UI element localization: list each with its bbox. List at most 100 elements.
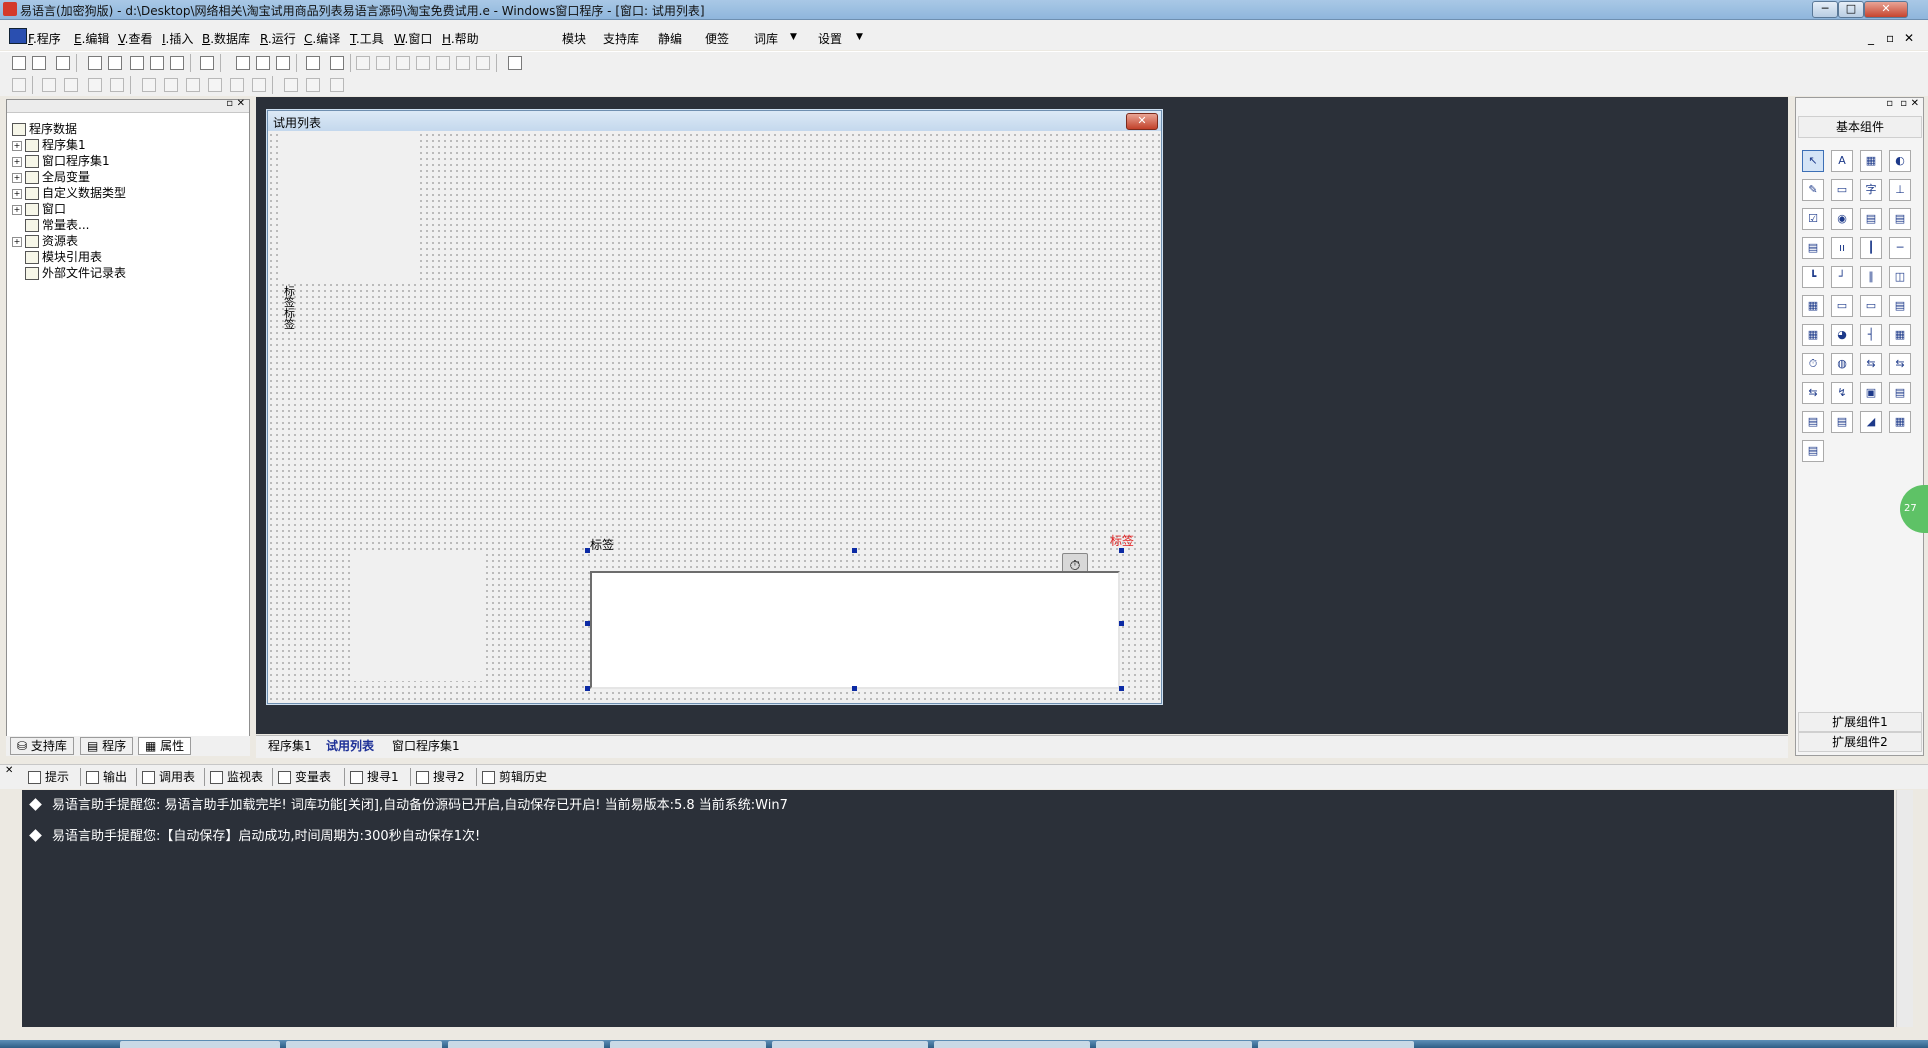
resize-handle[interactable] [1119,621,1124,626]
output-tab-clip-history[interactable]: 剪辑历史 [482,769,547,785]
component-tool-icon[interactable]: ◕ [1831,324,1853,346]
output-tab-output[interactable]: 输出 [86,769,127,785]
settings-dropdown-icon[interactable]: ▼ [856,32,863,42]
layout-tool-icon[interactable] [164,78,178,92]
label-red[interactable]: 标签 [1110,532,1134,549]
component-tool-icon[interactable]: ▦ [1860,150,1882,172]
task-button[interactable] [1096,1041,1252,1048]
resize-handle[interactable] [852,548,857,553]
component-tool-icon[interactable]: ⏱ [1802,353,1824,375]
tree-item[interactable]: 外部文件记录表 [12,265,126,281]
tree-item[interactable]: 常量表... [12,217,89,233]
component-tool-icon[interactable]: ▤ [1802,411,1824,433]
form-canvas[interactable]: 标签 标签 标签 ⏱ 标签 [268,132,1161,703]
task-button[interactable] [934,1041,1090,1048]
component-tool-icon[interactable]: ▦ [1802,324,1824,346]
resize-handle[interactable] [585,548,590,553]
extension-components-2[interactable]: 扩展组件2 [1798,732,1922,752]
close-button[interactable]: ✕ [1864,1,1908,18]
component-tool-icon[interactable]: ┘ [1831,266,1853,288]
menu-static-compile[interactable]: 静编 [658,30,682,47]
output-tab-search2[interactable]: 搜寻2 [416,769,465,785]
component-tool-icon[interactable]: ◉ [1831,208,1853,230]
toolbar-icon[interactable] [150,56,164,70]
menu-t[interactable]: T.工具 [350,30,384,47]
component-tool-icon[interactable]: ▤ [1802,440,1824,462]
tree-item[interactable]: + 窗口 [12,201,66,217]
panel-close-icon[interactable]: ✕ [1911,98,1919,109]
component-tool-icon[interactable]: ◐ [1889,150,1911,172]
output-console[interactable]: 易语言助手提醒您: 易语言助手加载完毕! 词库功能[关闭],自动备份源码已开启,… [22,790,1894,1027]
layout-tool-icon[interactable] [88,78,102,92]
menu-notes[interactable]: 便签 [705,30,729,47]
toolbar-icon[interactable] [330,56,344,70]
toolbar-icon[interactable] [276,56,290,70]
toolbar-icon[interactable] [170,56,184,70]
task-button[interactable] [286,1041,442,1048]
component-tool-icon[interactable]: ▭ [1831,295,1853,317]
output-tab-watch[interactable]: 监视表 [210,769,263,785]
restore-icon[interactable]: ▫ [1900,98,1907,109]
menu-c[interactable]: C.编译 [304,30,340,47]
component-tool-icon[interactable]: ─ [1889,237,1911,259]
component-tool-icon[interactable]: ▭ [1860,295,1882,317]
toolbar-icon[interactable] [236,56,250,70]
lexicon-dropdown-icon[interactable]: ▼ [790,32,797,42]
layout-tool-icon[interactable] [230,78,244,92]
component-tool-icon[interactable]: ↖ [1802,150,1824,172]
layout-tool-icon[interactable] [284,78,298,92]
resize-handle[interactable] [852,686,857,691]
component-tool-icon[interactable]: ◢ [1860,411,1882,433]
component-tool-icon[interactable]: ☑ [1802,208,1824,230]
layout-tool-icon[interactable] [12,78,26,92]
menu-settings[interactable]: 设置 [818,30,842,47]
form-window[interactable]: 试用列表 ✕ 标签 标签 标签 ⏱ 标签 [267,110,1162,704]
menu-i[interactable]: I.插入 [162,30,193,47]
layout-tool-icon[interactable] [42,78,56,92]
tab-support-library[interactable]: ⛁ 支持库 [10,737,74,755]
pin-icon[interactable]: ▫ [226,98,233,109]
tree-item[interactable]: 模块引用表 [12,249,102,265]
doc-tab-program-set[interactable]: 程序集1 [262,738,318,754]
minimize-button[interactable]: ─ [1812,1,1838,18]
extension-components-1[interactable]: 扩展组件1 [1798,712,1922,732]
menu-w[interactable]: W.窗口 [394,30,432,47]
menu-support-library[interactable]: 支持库 [603,30,639,47]
resize-handle[interactable] [585,686,590,691]
layout-tool-icon[interactable] [330,78,344,92]
tab-program[interactable]: ▤ 程序 [80,737,134,755]
component-tool-icon[interactable]: ↯ [1831,382,1853,404]
task-button[interactable] [1258,1041,1414,1048]
component-tool-icon[interactable]: ┤ [1860,324,1882,346]
mdi-minimize-button[interactable]: _ [1868,31,1874,45]
component-tool-icon[interactable]: ▦ [1802,295,1824,317]
component-tool-icon[interactable]: ▤ [1889,382,1911,404]
doc-tab-window-program-set[interactable]: 窗口程序集1 [386,738,466,754]
tab-properties[interactable]: ▦ 属性 [138,737,192,755]
component-tool-icon[interactable]: ◫ [1889,266,1911,288]
component-tool-icon[interactable]: ▤ [1889,295,1911,317]
task-button[interactable] [772,1041,928,1048]
component-tool-icon[interactable]: ⊥ [1889,179,1911,201]
doc-tab-trial-list[interactable]: 试用列表 [320,738,380,754]
output-tab-hint[interactable]: 提示 [28,769,69,785]
toolbar-icon[interactable] [508,56,522,70]
output-tab-variables[interactable]: 变量表 [278,769,331,785]
label-bottom[interactable]: 标签 [590,536,614,553]
component-tool-icon[interactable]: ⇆ [1802,382,1824,404]
tree-item[interactable]: + 程序集1 [12,137,86,153]
tree-item[interactable]: + 自定义数据类型 [12,185,126,201]
menu-module[interactable]: 模块 [562,30,586,47]
component-tool-icon[interactable]: A [1831,150,1853,172]
pin-icon[interactable]: ▫ [1886,98,1893,109]
layout-tool-icon[interactable] [110,78,124,92]
layout-tool-icon[interactable] [252,78,266,92]
basic-components-header[interactable]: 基本组件 [1798,116,1922,138]
menu-h[interactable]: H.帮助 [442,30,479,47]
toolbar-icon[interactable] [12,56,26,70]
toolbar-icon[interactable] [456,56,470,70]
toolbar-icon[interactable] [436,56,450,70]
tree-item[interactable]: + 资源表 [12,233,78,249]
tree-item[interactable]: + 全局变量 [12,169,90,185]
component-tool-icon[interactable]: ▭ [1831,179,1853,201]
